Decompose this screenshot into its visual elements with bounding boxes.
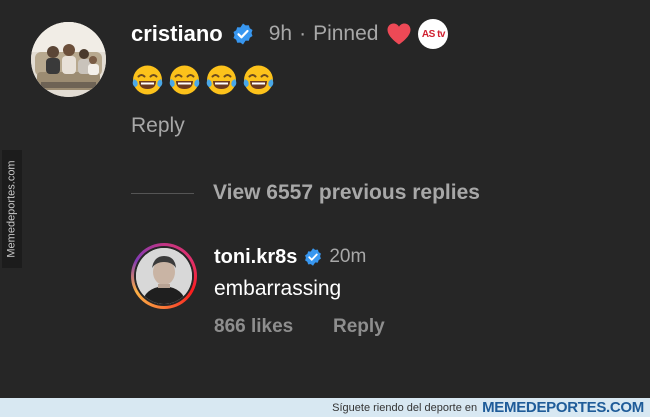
heart-icon[interactable] — [386, 22, 412, 46]
reply-text: embarrassing — [214, 277, 342, 300]
reply-header: toni.kr8s 20m — [214, 243, 366, 271]
side-watermark: Memedeportes.com — [2, 150, 22, 268]
story-ring-avatar[interactable] — [131, 243, 197, 309]
avatar-photo — [31, 22, 106, 97]
username[interactable]: cristiano — [131, 21, 223, 47]
view-previous-replies-button[interactable]: View 6557 previous replies — [213, 181, 480, 205]
pinned-label: Pinned — [313, 22, 379, 45]
avatar-ring-inner — [134, 246, 194, 306]
reply-time: 20m — [329, 246, 367, 267]
watermark-tagline: Síguete riendo del deporte en — [332, 401, 478, 414]
bottom-watermark-bar: Síguete riendo del deporte en MEMEDEPORT… — [0, 398, 650, 417]
avatar-photo — [136, 248, 192, 304]
side-watermark-text: Memedeportes.com — [6, 160, 18, 258]
comment-text — [131, 63, 275, 96]
reply-button[interactable]: Reply — [333, 316, 385, 338]
watermark-brand: MEMEDEPORTES.COM — [482, 399, 644, 416]
tears-of-joy-emoji-icon — [243, 65, 274, 95]
verified-badge-icon — [233, 23, 253, 45]
tears-of-joy-emoji-icon — [169, 65, 200, 95]
comment-time: 9h — [268, 22, 293, 45]
tears-of-joy-emoji-icon — [132, 65, 163, 95]
avatar — [136, 248, 192, 304]
likes-count-button[interactable]: 866 likes — [214, 316, 293, 338]
separator-dot: · — [299, 22, 307, 45]
replies-divider — [131, 193, 194, 194]
as-tv-logo-text: AS tv — [421, 28, 446, 40]
tears-of-joy-emoji-icon — [206, 65, 237, 95]
comment-thread: Memedeportes.com cristiano 9h · Pinned A… — [0, 0, 650, 398]
comment-header: cristiano 9h · Pinned AS tv — [131, 18, 449, 50]
reply-button[interactable]: Reply — [131, 114, 185, 138]
username[interactable]: toni.kr8s — [214, 246, 297, 269]
liked-by-creator-avatar: AS tv — [418, 19, 449, 49]
avatar[interactable] — [31, 22, 106, 97]
verified-badge-icon — [305, 248, 322, 266]
